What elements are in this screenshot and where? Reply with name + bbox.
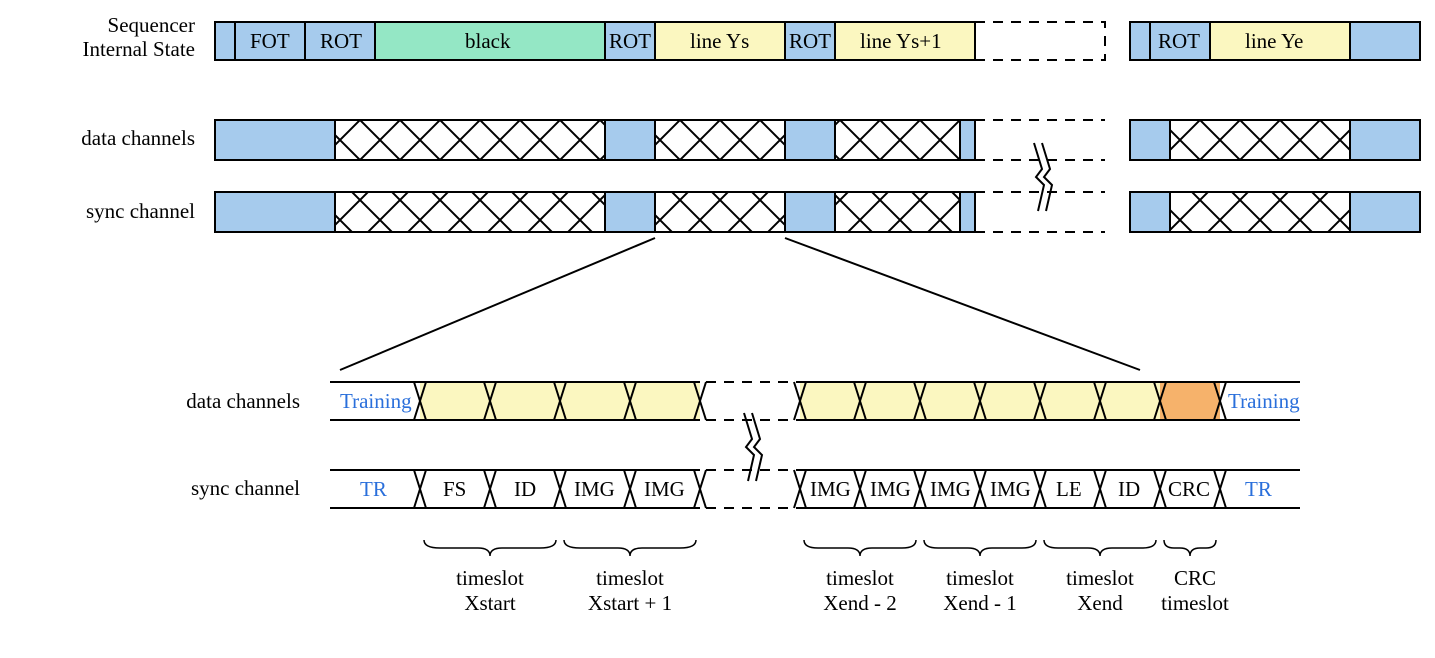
state-line-ys: line Ys [690,29,749,53]
ts-xend2-2: Xend - 2 [823,591,896,615]
cell-training-left: Training [340,389,412,413]
row-sync-channel-top [215,192,1420,232]
cell-img-1: IMG [574,477,615,501]
state-rot-3: ROT [789,29,831,53]
ts-xend1-2: Xend - 1 [943,591,1016,615]
ts-xstart1-1: timeslot [596,566,664,590]
ts-xend-1: timeslot [1066,566,1134,590]
ts-xend1-1: timeslot [946,566,1014,590]
state-line-ye: line Ye [1245,29,1303,53]
label-data-channels-top: data channels [81,126,195,150]
timeslot-braces: timeslot Xstart timeslot Xstart + 1 time… [424,540,1229,615]
label-data-channels-detail: data channels [186,389,300,413]
cell-img-2: IMG [644,477,685,501]
label-sync-channel-top: sync channel [86,199,195,223]
row-data-channels-detail: Training Training [330,382,1300,420]
state-line-ys1: line Ys+1 [860,29,942,53]
ts-xstart-1: timeslot [456,566,524,590]
cell-crc: CRC [1168,477,1210,501]
row-sequencer-state: FOT ROT black ROT line Ys ROT line Ys+1 … [215,22,1420,60]
label-sync-channel-detail: sync channel [191,476,300,500]
ts-xstart1-2: Xstart + 1 [588,591,672,615]
row-sync-channel-detail: TR FS ID IMG IMG IMG IMG IMG IMG LE ID C… [330,470,1300,508]
cell-img-4: IMG [870,477,911,501]
cell-fs: FS [443,477,466,501]
row-data-channels-top [215,120,1420,160]
ts-xstart-2: Xstart [464,591,515,615]
cell-img-3: IMG [810,477,851,501]
break-icon [1034,143,1052,211]
cell-tr-right: TR [1245,477,1272,501]
ts-crc-2: timeslot [1161,591,1229,615]
cell-tr-left: TR [360,477,387,501]
ts-xend2-1: timeslot [826,566,894,590]
state-rot-1: ROT [320,29,362,53]
state-rot-2: ROT [609,29,651,53]
ts-crc-1: CRC [1174,566,1216,590]
label-sequencer-1: Sequencer [108,13,195,37]
cell-img-6: IMG [990,477,1031,501]
label-sequencer-2: Internal State [82,37,195,61]
ts-xend-2: Xend [1077,591,1123,615]
state-black: black [465,29,511,53]
state-fot: FOT [250,29,290,53]
cell-training-right: Training [1228,389,1300,413]
cell-id-2: ID [1118,477,1140,501]
cell-le: LE [1056,477,1082,501]
cell-id-1: ID [514,477,536,501]
cell-img-5: IMG [930,477,971,501]
state-rot-4: ROT [1158,29,1200,53]
